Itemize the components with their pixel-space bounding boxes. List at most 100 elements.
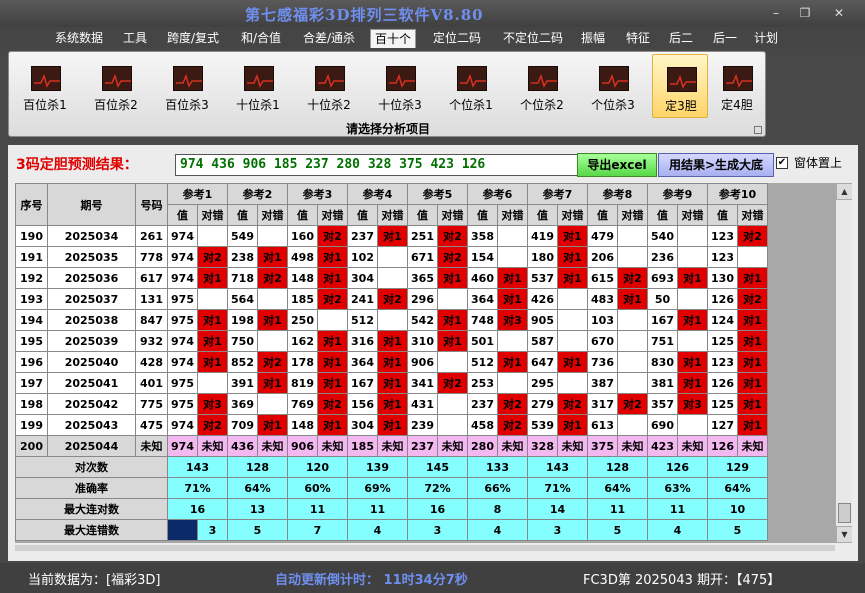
column-header[interactable]: 号码 xyxy=(135,183,168,226)
ref-header[interactable]: 参考6 xyxy=(467,183,528,205)
value-subheader[interactable]: 值 xyxy=(167,204,198,226)
ref-value-cell: 206 xyxy=(587,246,618,268)
result-subheader[interactable]: 对错 xyxy=(377,204,408,226)
value-subheader[interactable]: 值 xyxy=(707,204,738,226)
result-subheader[interactable]: 对错 xyxy=(617,204,648,226)
horizontal-scrollbar[interactable] xyxy=(15,545,835,551)
restore-button[interactable]: ❐ xyxy=(792,4,818,22)
menu-item-3[interactable]: 跨度/复式 xyxy=(161,29,225,48)
table-row[interactable]: 197 2025041 401 975 391 对1 819 对1 167 对1 341 对2 253 2… xyxy=(15,372,768,394)
stats-value: 5 xyxy=(707,519,768,541)
result-subheader[interactable]: 对错 xyxy=(317,204,348,226)
generate-base-button[interactable]: 用结果>生成大底 xyxy=(658,153,774,177)
table-row[interactable]: 193 2025037 131 975 564 185 对2 241 对2 296 364 对1 426… xyxy=(15,288,768,310)
ref-result-cell xyxy=(377,246,408,268)
close-button[interactable]: ✕ xyxy=(826,4,852,22)
ref-result-cell: 对1 xyxy=(677,351,708,373)
ribbon-button-6[interactable]: 十位杀3 xyxy=(372,54,428,118)
ref-header[interactable]: 参考3 xyxy=(287,183,348,205)
ribbon-button-4[interactable]: 十位杀1 xyxy=(230,54,286,118)
menu-item-6[interactable]: 百十个 xyxy=(370,29,416,48)
result-subheader[interactable]: 对错 xyxy=(497,204,528,226)
pin-window-checkbox[interactable]: ✔ xyxy=(776,157,788,169)
result-subheader[interactable]: 对错 xyxy=(197,204,228,226)
ref-result-cell xyxy=(257,225,288,247)
menu-item-7[interactable]: 定位二码 xyxy=(426,29,488,48)
menu-item-8[interactable]: 不定位二码 xyxy=(496,29,570,48)
ribbon-button-label: 十位杀2 xyxy=(307,98,351,112)
value-subheader[interactable]: 值 xyxy=(407,204,438,226)
value-subheader[interactable]: 值 xyxy=(587,204,618,226)
menu-item-2[interactable]: 工具 xyxy=(116,29,154,48)
ref-header[interactable]: 参考2 xyxy=(227,183,288,205)
value-subheader[interactable]: 值 xyxy=(647,204,678,226)
column-header[interactable]: 期号 xyxy=(47,183,136,226)
menu-item-5[interactable]: 合差/通杀 xyxy=(296,29,362,48)
ref-header[interactable]: 参考8 xyxy=(587,183,648,205)
ribbon-button-7[interactable]: 个位杀1 xyxy=(443,54,499,118)
ribbon-button-8[interactable]: 个位杀2 xyxy=(514,54,570,118)
ribbon-button-2[interactable]: 百位杀2 xyxy=(88,54,144,118)
export-excel-button[interactable]: 导出excel xyxy=(577,153,657,177)
scroll-down-icon[interactable]: ▼ xyxy=(836,526,852,543)
table-row[interactable]: 195 2025039 932 974 对1 750 162 对1 316 对1 310 对1 501 5… xyxy=(15,330,768,352)
scroll-up-icon[interactable]: ▲ xyxy=(836,183,852,200)
result-subheader[interactable]: 对错 xyxy=(437,204,468,226)
value-subheader[interactable]: 值 xyxy=(527,204,558,226)
ref-header[interactable]: 参考7 xyxy=(527,183,588,205)
value-subheader[interactable]: 值 xyxy=(227,204,258,226)
ref-result-cell: 对1 xyxy=(557,351,588,373)
ribbon-button-11[interactable]: 定4胆 xyxy=(709,54,765,118)
menu-item-4[interactable]: 和/合值 xyxy=(233,29,289,48)
ribbon-button-10[interactable]: 定3胆 xyxy=(652,54,708,118)
menu-item-10[interactable]: 特征 xyxy=(620,29,656,48)
vertical-scrollbar[interactable]: ▲ ▼ xyxy=(835,183,852,543)
ref-header[interactable]: 参考10 xyxy=(707,183,768,205)
forecast-value-cell: 375 xyxy=(587,435,618,457)
minimize-button[interactable]: – xyxy=(763,4,789,22)
ribbon-button-1[interactable]: 百位杀1 xyxy=(17,54,73,118)
stats-cell-selected[interactable] xyxy=(167,519,198,541)
table-row[interactable]: 196 2025040 428 974 对1 852 对2 178 对1 364 对1 906 512 对… xyxy=(15,351,768,373)
value-subheader[interactable]: 值 xyxy=(287,204,318,226)
column-header[interactable]: 序号 xyxy=(15,183,48,226)
table-row[interactable]: 194 2025038 847 975 对1 198 对1 250 512 542 对1 748 对3 9… xyxy=(15,309,768,331)
table-row[interactable]: 198 2025042 775 975 对3 369 769 对2 156 对1 431 237 对2 2… xyxy=(15,393,768,415)
menu-item-11[interactable]: 后二 xyxy=(664,29,698,48)
menu-item-12[interactable]: 后一 xyxy=(707,29,743,48)
ref-header[interactable]: 参考5 xyxy=(407,183,468,205)
table-row[interactable]: 192 2025036 617 974 对1 718 对2 148 对1 304 365 对1 460 对… xyxy=(15,267,768,289)
prediction-result-field[interactable]: 974 436 906 185 237 280 328 375 423 126 xyxy=(175,154,585,176)
prediction-label: 3码定胆预测结果： xyxy=(16,157,138,173)
table-row[interactable]: 199 2025043 475 974 对2 709 对1 148 对1 304 对1 239 458 对… xyxy=(15,414,768,436)
ribbon-button-3[interactable]: 百位杀3 xyxy=(159,54,215,118)
chart-icon xyxy=(528,66,558,91)
ribbon-button-5[interactable]: 十位杀2 xyxy=(301,54,357,118)
result-subheader[interactable]: 对错 xyxy=(737,204,768,226)
stats-value: 3 xyxy=(527,519,588,541)
ref-header[interactable]: 参考4 xyxy=(347,183,408,205)
value-subheader[interactable]: 值 xyxy=(347,204,378,226)
table-row[interactable]: 190 2025034 261 974 549 160 对2 237 对1 251 对2 358 419… xyxy=(15,225,768,247)
stats-value: 129 xyxy=(707,456,768,478)
menu-item-13[interactable]: 计划 xyxy=(751,29,781,48)
menu-item-9[interactable]: 振幅 xyxy=(574,29,612,48)
result-subheader[interactable]: 对错 xyxy=(257,204,288,226)
ribbon-expand-icon[interactable] xyxy=(754,126,762,134)
value-subheader[interactable]: 值 xyxy=(467,204,498,226)
forecast-row[interactable]: 200 2025044 未知 974 未知 436 未知 906 未知 185 未知 237 未知 280… xyxy=(15,435,768,457)
table-row[interactable]: 191 2025035 778 974 对2 238 对1 498 对1 102 671 对2 154 1… xyxy=(15,246,768,268)
ribbon-button-9[interactable]: 个位杀3 xyxy=(585,54,641,118)
result-subheader[interactable]: 对错 xyxy=(557,204,588,226)
stats-row: 最大连对数 16 13 11 11 16 8 14 11 11 10 xyxy=(15,498,768,520)
ref-header[interactable]: 参考1 xyxy=(167,183,228,205)
menu-item-1[interactable]: 系统数据 xyxy=(48,29,110,48)
ref-value-cell: 102 xyxy=(347,246,378,268)
ref-value-cell: 479 xyxy=(587,225,618,247)
ref-result-cell: 对3 xyxy=(677,393,708,415)
row-period: 2025034 xyxy=(47,225,136,247)
scroll-thumb[interactable] xyxy=(838,503,851,523)
stats-value: 66% xyxy=(467,477,528,499)
result-subheader[interactable]: 对错 xyxy=(677,204,708,226)
ref-header[interactable]: 参考9 xyxy=(647,183,708,205)
